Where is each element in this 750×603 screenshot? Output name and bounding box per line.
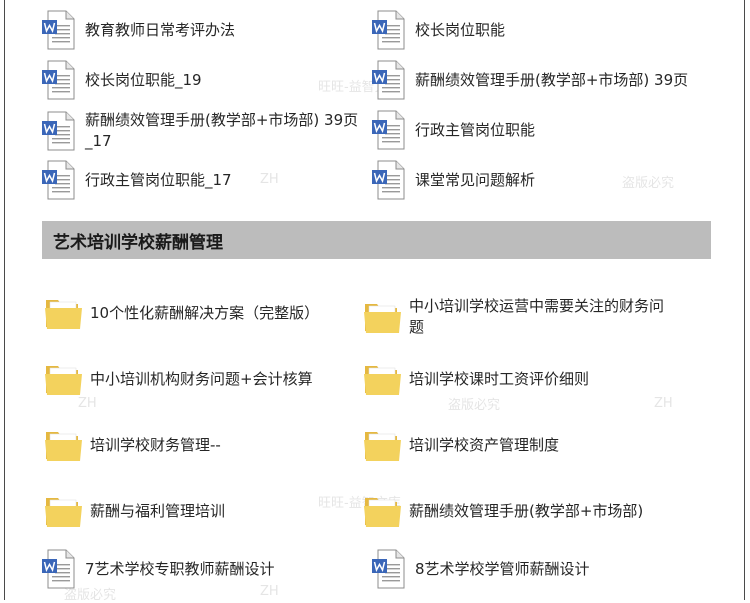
folder-item-label: 培训学校财务管理-- [90, 435, 221, 454]
word-document-icon [371, 10, 405, 50]
folder-item[interactable]: 中小培训机构财务问题+会计核算 [45, 362, 360, 396]
word-document-icon [371, 160, 405, 200]
watermark: ZH [78, 396, 97, 411]
document-item[interactable]: 校长岗位职能_19 [41, 60, 345, 100]
folder-icon [45, 296, 82, 330]
word-document-icon [371, 60, 405, 100]
document-item[interactable]: 8艺术学校学管师薪酬设计 [371, 549, 705, 589]
word-document-icon [41, 10, 75, 50]
folder-item[interactable]: 薪酬绩效管理手册(教学部+市场部) [364, 494, 709, 528]
word-document-icon [371, 110, 405, 150]
folder-icon [45, 494, 82, 528]
section-title: 艺术培训学校薪酬管理 [53, 232, 223, 253]
word-document-icon [41, 60, 75, 100]
folder-item-label: 中小培训机构财务问题+会计核算 [90, 369, 313, 388]
folder-item[interactable]: 培训学校课时工资评价细则 [364, 362, 664, 396]
word-document-icon [41, 111, 75, 151]
folder-icon [364, 428, 401, 462]
folder-item[interactable]: 培训学校财务管理-- [45, 428, 360, 462]
folder-item[interactable]: 中小培训学校运营中需要关注的财务问题 [364, 296, 664, 338]
folder-item-label: 薪酬与福利管理培训 [90, 501, 226, 520]
folder-icon [364, 362, 401, 396]
folder-item[interactable]: 薪酬与福利管理培训 [45, 494, 360, 528]
document-item[interactable]: 薪酬绩效管理手册(教学部+市场部) 39页_17 [41, 110, 375, 152]
document-item-label: 薪酬绩效管理手册(教学部+市场部) 39页 [415, 70, 689, 89]
folder-item[interactable]: 10个性化薪酬解决方案（完整版） [45, 296, 360, 330]
word-document-icon [371, 549, 405, 589]
watermark: ZH [654, 396, 673, 411]
folder-item-label: 培训学校课时工资评价细则 [409, 369, 590, 388]
document-item-label: 校长岗位职能_19 [85, 70, 202, 89]
page-frame-right [744, 0, 745, 600]
document-item[interactable]: 行政主管岗位职能_17 [41, 160, 345, 200]
word-document-icon [41, 160, 75, 200]
folder-item-label: 薪酬绩效管理手册(教学部+市场部) [409, 501, 644, 520]
document-item-label: 7艺术学校专职教师薪酬设计 [85, 559, 275, 578]
document-item[interactable]: 薪酬绩效管理手册(教学部+市场部) 39页 [371, 60, 705, 100]
document-item[interactable]: 校长岗位职能 [371, 10, 705, 50]
folder-item[interactable]: 培训学校资产管理制度 [364, 428, 664, 462]
section-header: 艺术培训学校薪酬管理 [42, 221, 711, 259]
document-item-label: 行政主管岗位职能_17 [85, 170, 232, 189]
document-item-label: 行政主管岗位职能 [415, 120, 536, 139]
watermark: 盗版必究 [448, 398, 501, 413]
document-item-label: 课堂常见问题解析 [415, 170, 536, 189]
document-item-label: 薪酬绩效管理手册(教学部+市场部) 39页_17 [85, 111, 359, 150]
folder-icon [364, 300, 401, 334]
document-item[interactable]: 7艺术学校专职教师薪酬设计 [41, 549, 345, 589]
word-document-icon [41, 549, 75, 589]
folder-item-label: 中小培训学校运营中需要关注的财务问题 [409, 297, 665, 336]
folder-icon [45, 362, 82, 396]
folder-icon [364, 494, 401, 528]
document-item-label: 校长岗位职能 [415, 20, 506, 39]
page-frame-left [4, 0, 5, 600]
folder-icon [45, 428, 82, 462]
document-item[interactable]: 课堂常见问题解析 [371, 160, 705, 200]
document-item[interactable]: 行政主管岗位职能 [371, 110, 705, 150]
document-item-label: 8艺术学校学管师薪酬设计 [415, 559, 590, 578]
document-item[interactable]: 教育教师日常考评办法 [41, 10, 345, 50]
folder-item-label: 10个性化薪酬解决方案（完整版） [90, 303, 320, 322]
document-item-label: 教育教师日常考评办法 [85, 20, 236, 39]
folder-item-label: 培训学校资产管理制度 [409, 435, 560, 454]
